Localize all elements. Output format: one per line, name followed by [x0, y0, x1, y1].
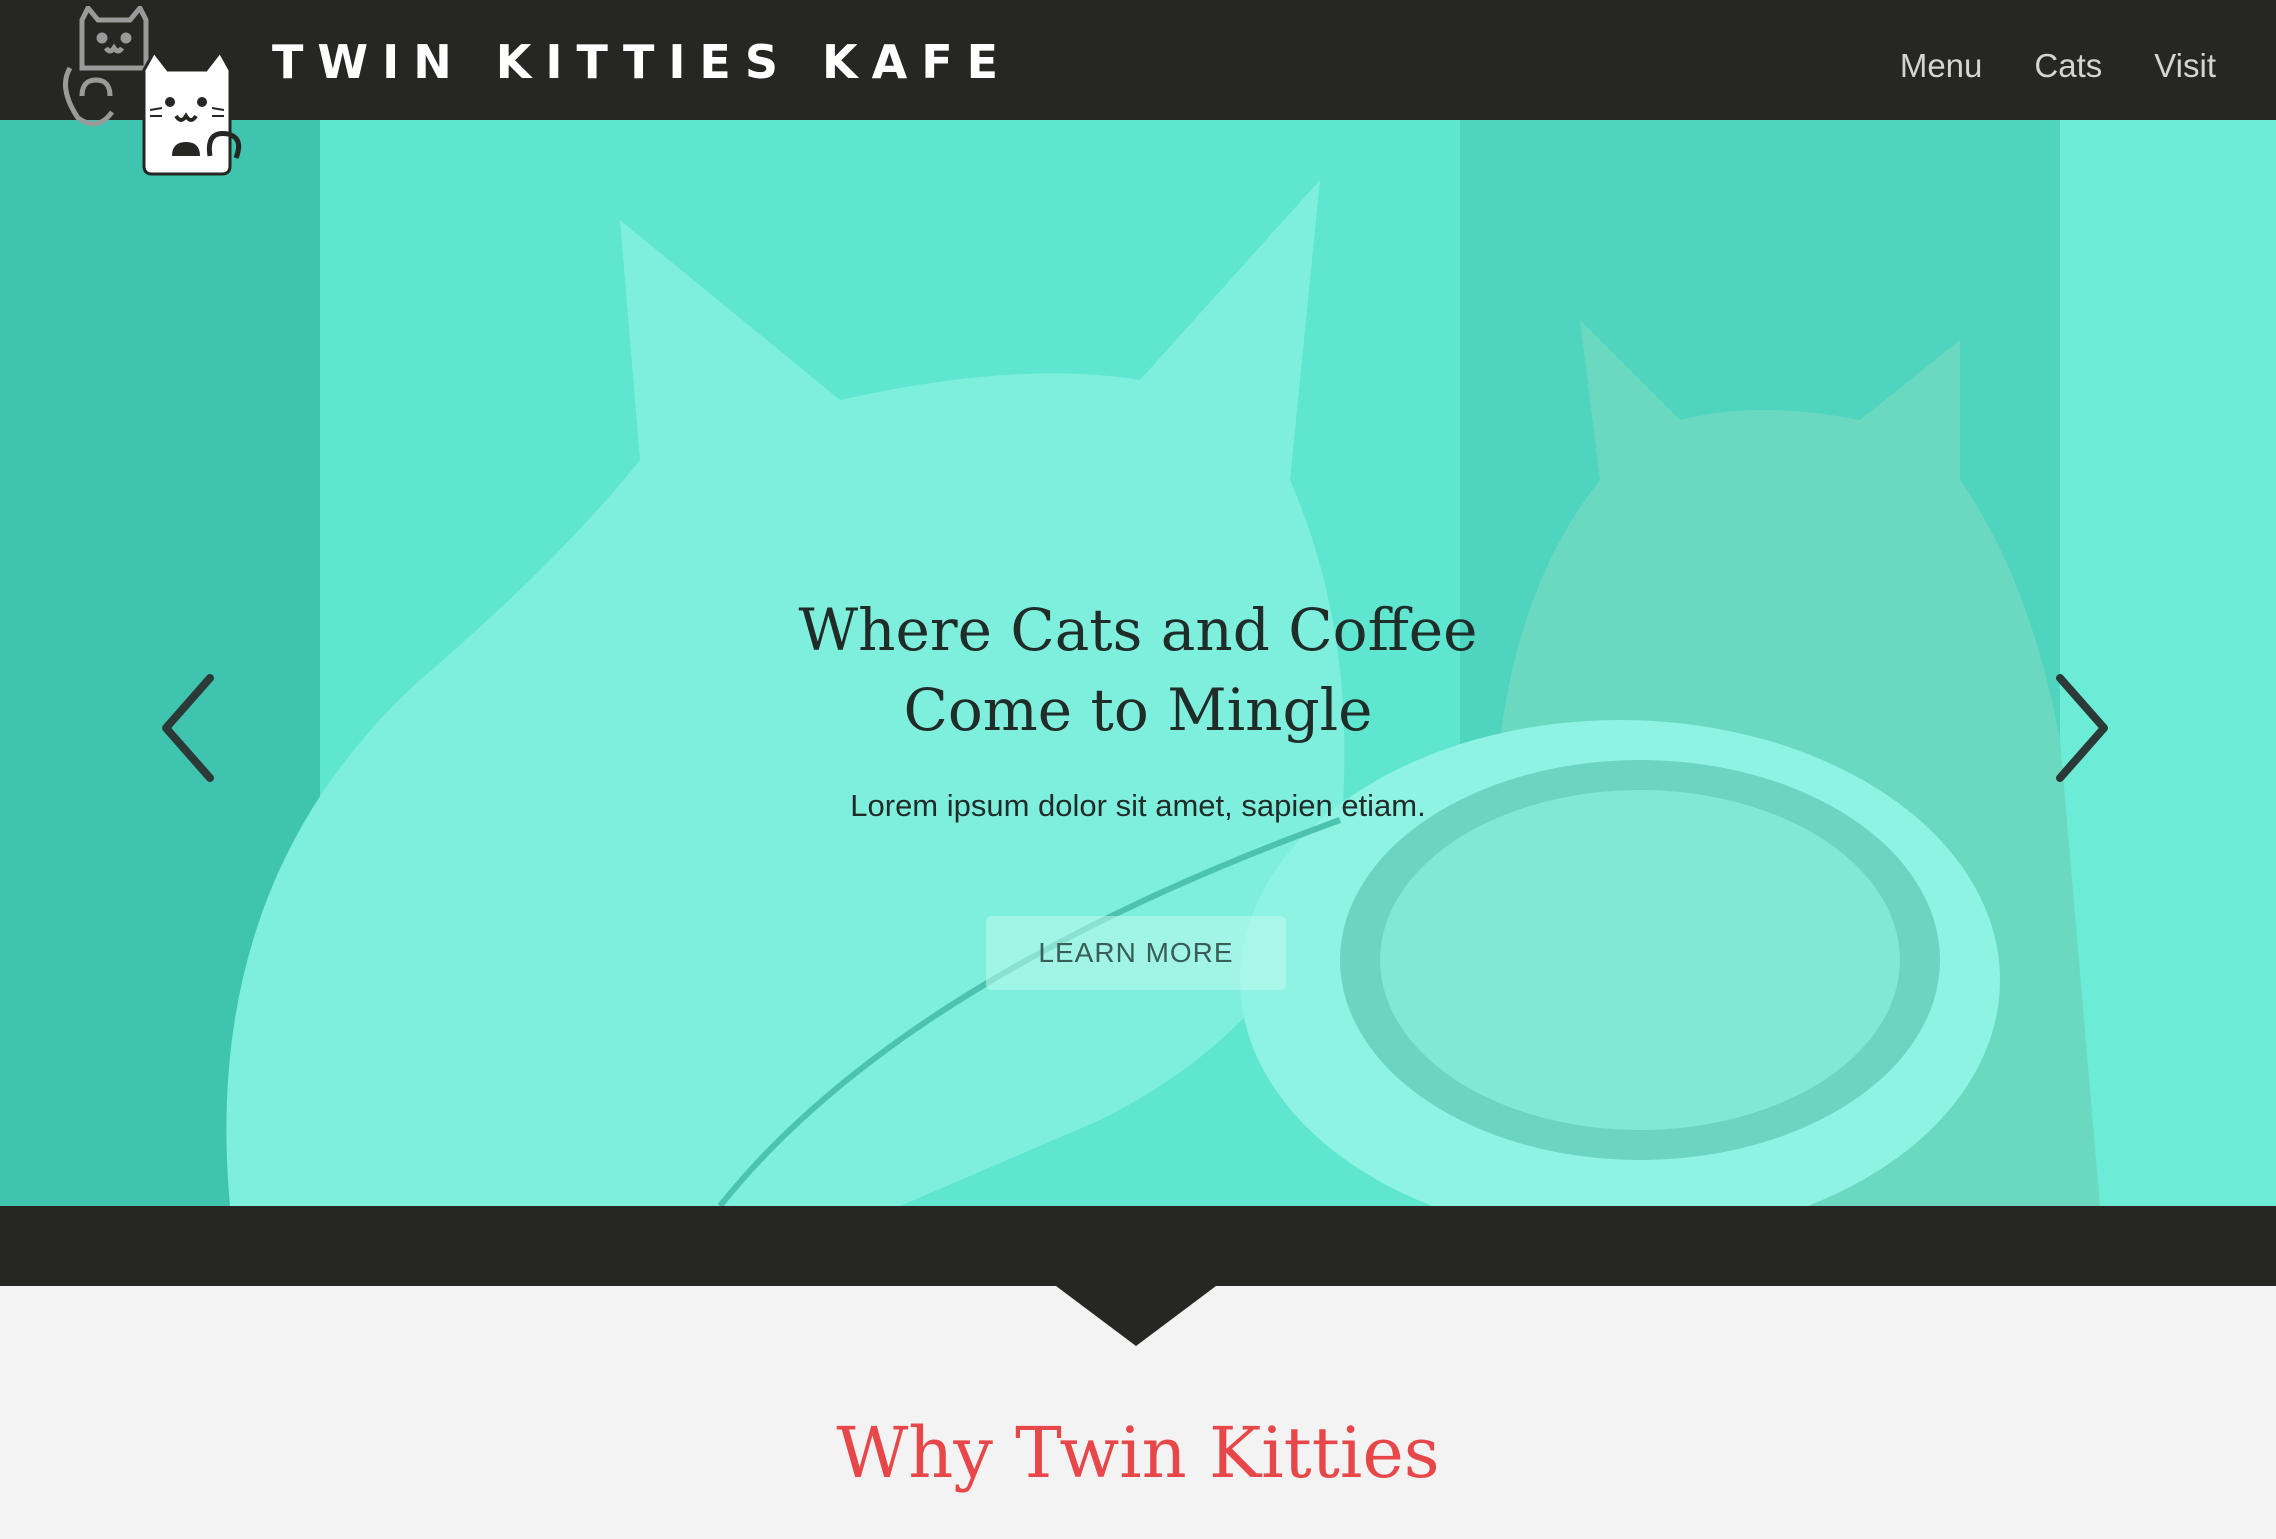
section-divider-band: [0, 1206, 2276, 1286]
learn-more-button[interactable]: LEARN MORE: [986, 916, 1286, 990]
top-navbar: TWIN KITTIES KAFE Menu Cats Visit: [0, 0, 2276, 176]
brand-name[interactable]: TWIN KITTIES KAFE: [272, 34, 1012, 90]
hero-subtitle: Lorem ipsum dolor sit amet, sapien etiam…: [850, 788, 1426, 823]
twin-cats-logo-icon[interactable]: [52, 6, 278, 178]
main-nav: Menu Cats Visit: [1900, 44, 2216, 88]
divider-notch-arrow: [1056, 1286, 1216, 1346]
section-title-why: Why Twin Kitties: [836, 1412, 1440, 1494]
hero-carousel: Where Cats and Coffee Come to Mingle Lor…: [0, 120, 2276, 1206]
nav-link-cats[interactable]: Cats: [2034, 44, 2102, 88]
hero-title-line-2: Come to Mingle: [903, 676, 1373, 744]
hero-title-line-1: Where Cats and Coffee: [798, 596, 1478, 664]
hero-title: Where Cats and Coffee Come to Mingle: [0, 590, 2276, 750]
nav-link-menu[interactable]: Menu: [1900, 44, 1983, 88]
nav-link-visit[interactable]: Visit: [2154, 44, 2216, 88]
